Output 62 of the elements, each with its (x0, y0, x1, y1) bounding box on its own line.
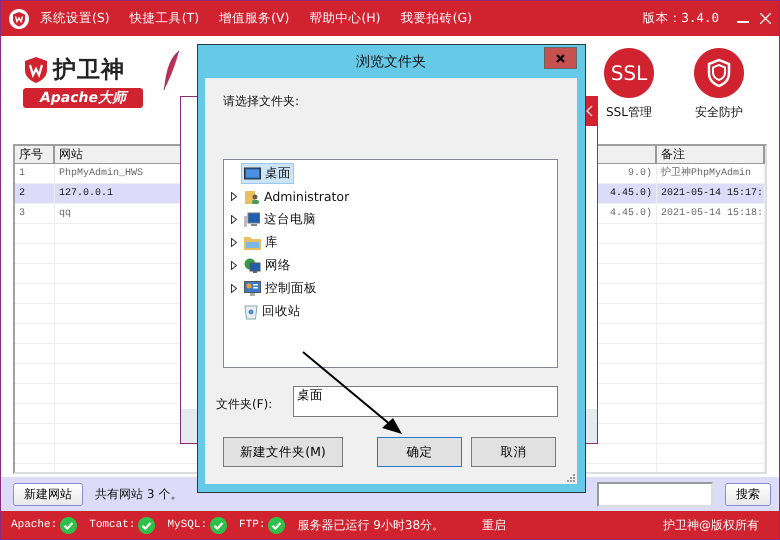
expand-icon[interactable] (231, 284, 237, 293)
monitor-icon (244, 166, 261, 180)
expand-icon[interactable] (231, 192, 237, 201)
prompt-text: 请选择文件夹: (223, 93, 300, 110)
tree-item[interactable]: 库 (241, 232, 281, 253)
recycle-bin-icon (244, 304, 258, 320)
dialog-title: 浏览文件夹 (356, 52, 426, 70)
new-site-button[interactable]: 新建网站 (13, 482, 83, 506)
restart-link[interactable]: 重启 (482, 516, 506, 534)
brand-tagline: Apache大师 (23, 88, 143, 108)
dialog-button[interactable]: 确定 (377, 437, 462, 467)
folder-icon (244, 235, 261, 250)
tool-label: 安全防护 (695, 104, 743, 121)
logo-icon (9, 8, 29, 28)
chevron-left-icon (586, 105, 592, 117)
tool-label: SSL管理 (606, 104, 652, 121)
shield-icon (706, 58, 732, 88)
uptime-text: 服务器已运行 9小时38分。 (297, 516, 444, 534)
folder-field[interactable]: 桌面 (293, 386, 558, 417)
menu-item[interactable]: 快捷工具(T) (130, 10, 200, 27)
shield-button[interactable] (694, 48, 744, 98)
menu-item[interactable]: 帮助中心(H) (309, 10, 381, 27)
table-cell: 2021-05-14 15:18: (657, 204, 765, 223)
brand-name: 护卫神 (53, 56, 125, 85)
network-icon (244, 258, 261, 274)
table-cell: 2 (15, 184, 55, 203)
table-cell: 1 (15, 164, 55, 183)
tree-item[interactable]: 桌面 (241, 163, 294, 184)
table-cell: 3 (15, 204, 55, 223)
version-label: 版本：3.4.0 (642, 10, 719, 27)
folder-user-icon (244, 188, 260, 204)
dialog-button[interactable]: 新建文件夹(M) (223, 437, 343, 467)
close-button[interactable] (544, 47, 577, 69)
expand-icon[interactable] (231, 261, 237, 270)
ssl-button[interactable]: SSL (604, 48, 654, 98)
resize-grip-icon[interactable] (567, 474, 575, 482)
copyright-text: 护卫神@版权所有 (663, 516, 759, 534)
feather-icon (161, 50, 181, 92)
menu-item[interactable]: 增值服务(V) (219, 10, 290, 27)
service-label: MySQL: (167, 519, 208, 531)
expand-icon[interactable] (231, 238, 237, 247)
computer-icon (244, 212, 260, 228)
search-button[interactable]: 搜索 (725, 482, 771, 506)
close-icon[interactable] (760, 13, 771, 24)
expand-icon[interactable] (231, 215, 237, 224)
dialog-button[interactable]: 取消 (471, 437, 556, 467)
table-cell: 护卫神PhpMyAdmin (657, 164, 765, 183)
folder-label: 文件夹(F): (216, 396, 274, 413)
site-count: 共有网站 3 个。 (95, 486, 182, 502)
tree-item[interactable]: 控制面板 (241, 278, 320, 299)
table-cell: 2021-05-14 15:17: (657, 184, 765, 203)
tree-item[interactable]: 网络 (241, 255, 294, 276)
menu-item[interactable]: 我要拍砖(G) (400, 10, 472, 27)
service-label: Tomcat: (89, 519, 136, 531)
service-label: Apache: (11, 519, 58, 531)
tree-item[interactable]: 回收站 (241, 301, 304, 322)
menu-item[interactable]: 系统设置(S) (40, 10, 110, 27)
service-label: FTP: (239, 519, 266, 531)
shield-logo-icon (23, 56, 49, 84)
control-panel-icon (244, 280, 261, 296)
search-field[interactable] (597, 482, 713, 506)
close-icon (556, 54, 565, 62)
